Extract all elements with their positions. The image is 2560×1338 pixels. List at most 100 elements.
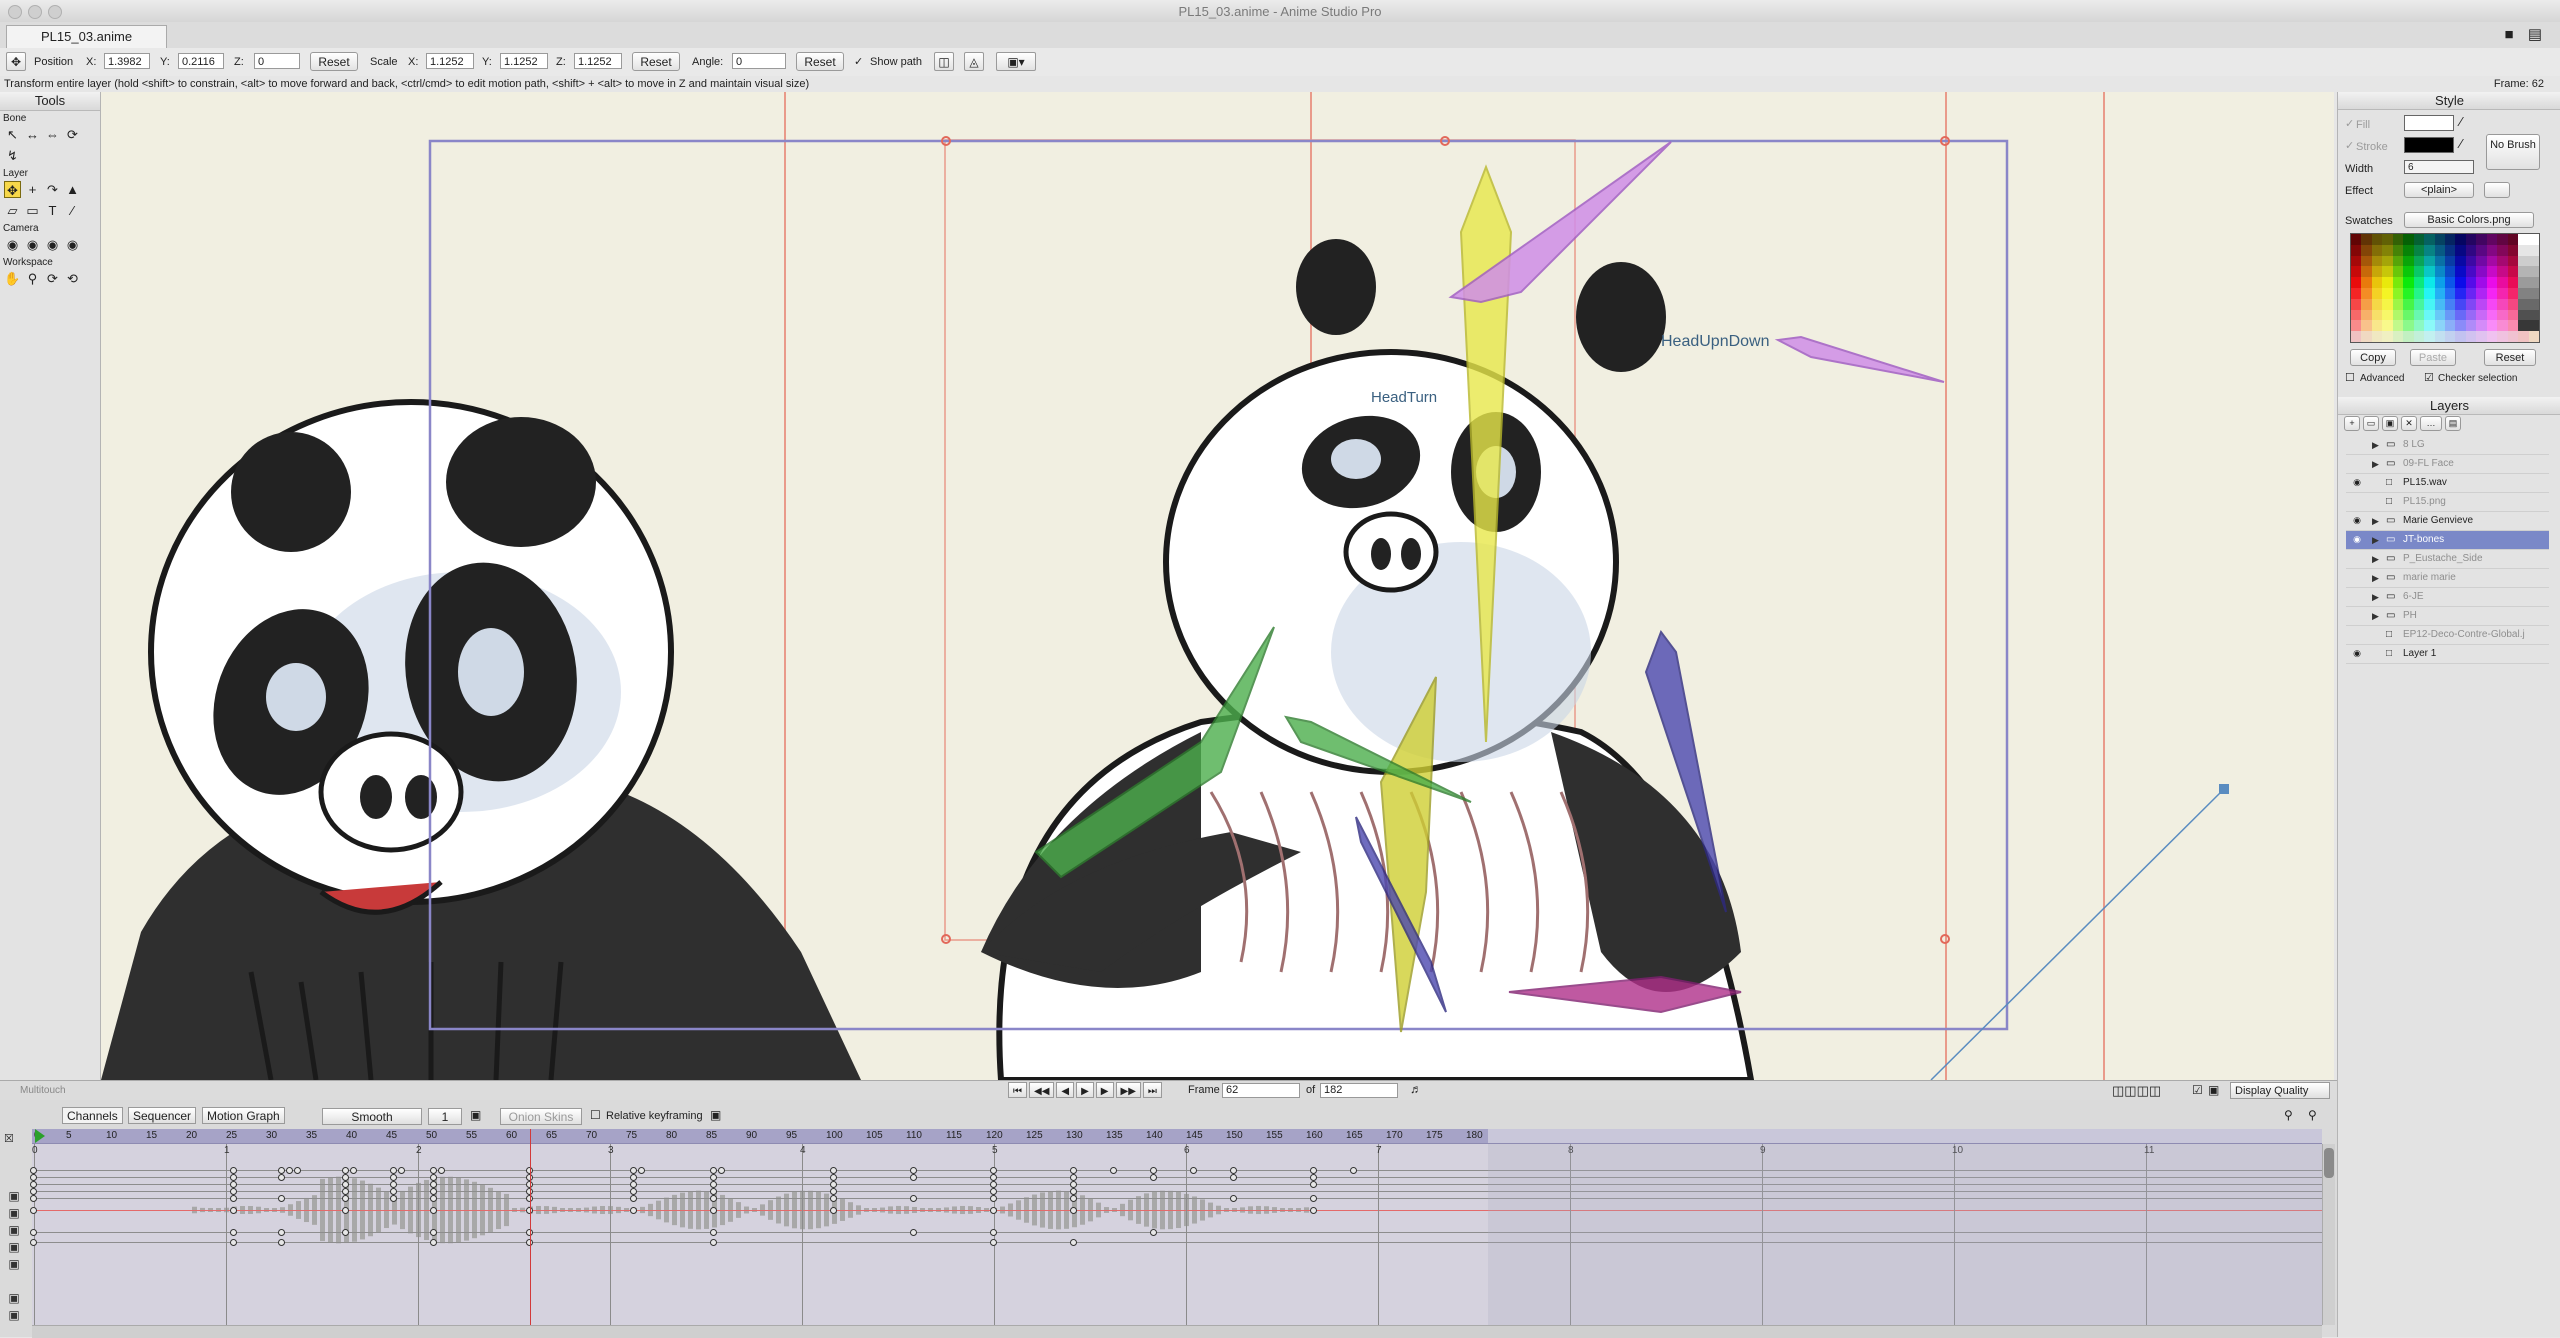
swatch-cell[interactable] — [2497, 320, 2508, 332]
fill-eyedropper-icon[interactable]: ∕ — [2460, 114, 2462, 129]
keyframe[interactable] — [630, 1188, 637, 1195]
fill-color-swatch[interactable] — [2404, 115, 2454, 131]
swatch-cell[interactable] — [2486, 277, 2498, 288]
swatch-cell[interactable] — [2507, 255, 2519, 267]
layer-row[interactable]: □ EP12-Deco-Contre-Global.j — [2346, 626, 2549, 645]
manipulate-bones-icon[interactable]: ↯ — [4, 147, 21, 164]
visibility-eye-icon[interactable]: ◉ — [2350, 515, 2364, 526]
keyframe[interactable] — [1150, 1174, 1157, 1181]
swatch-cell[interactable] — [2476, 320, 2487, 332]
keyframe[interactable] — [1070, 1174, 1077, 1181]
position-y-field[interactable]: 0.2116 — [178, 53, 224, 69]
swatch-cell[interactable] — [2476, 266, 2487, 278]
scale-y-field[interactable]: 1.1252 — [500, 53, 548, 69]
swatch-cell[interactable] — [2476, 244, 2487, 256]
keyframe[interactable] — [230, 1239, 237, 1246]
library-icon[interactable]: ▤ — [2526, 26, 2544, 44]
swatch-cell[interactable] — [2403, 288, 2414, 299]
swatch-cell[interactable] — [2361, 288, 2372, 299]
swatch-cell[interactable] — [2403, 244, 2414, 256]
visibility-eye-icon[interactable] — [2350, 439, 2364, 450]
swatch-cell[interactable] — [2507, 277, 2519, 288]
keyframe[interactable] — [718, 1167, 725, 1174]
interpolation-dropdown[interactable]: Smooth — [322, 1108, 422, 1125]
swatch-cell[interactable] — [2465, 320, 2477, 332]
keyframe[interactable] — [230, 1181, 237, 1188]
swatch-cell[interactable] — [2507, 244, 2519, 256]
swatch-cell[interactable] — [2434, 309, 2445, 321]
keyframe[interactable] — [710, 1195, 717, 1202]
visibility-eye-icon[interactable] — [2350, 610, 2364, 621]
swatch-cell[interactable] — [2497, 309, 2508, 321]
expand-triangle-icon[interactable]: ▶ — [2372, 531, 2379, 549]
swatch-cell[interactable] — [2518, 244, 2529, 256]
swatch-cell[interactable] — [2507, 266, 2519, 278]
keyframe[interactable] — [278, 1195, 285, 1202]
keyframe[interactable] — [294, 1167, 301, 1174]
keyframe[interactable] — [30, 1174, 37, 1181]
keyframe[interactable] — [1150, 1229, 1157, 1236]
swatch-cell[interactable] — [2497, 244, 2508, 256]
keyframe[interactable] — [1070, 1181, 1077, 1188]
visibility-eye-icon[interactable]: ◉ — [2350, 477, 2364, 488]
swatch-cell[interactable] — [2528, 234, 2539, 245]
keyframe[interactable] — [1230, 1167, 1237, 1174]
keyframe[interactable] — [630, 1174, 637, 1181]
swatch-cell[interactable] — [2465, 277, 2477, 288]
keyframe[interactable] — [230, 1174, 237, 1181]
swatch-cell[interactable] — [2361, 277, 2372, 288]
keyframe[interactable] — [342, 1195, 349, 1202]
swatch-cell[interactable] — [2361, 320, 2372, 332]
keyframe[interactable] — [990, 1181, 997, 1188]
swatch-cell[interactable] — [2497, 298, 2508, 310]
rotate-layer-icon[interactable]: ↷ — [44, 181, 61, 198]
swatch-cell[interactable] — [2392, 244, 2404, 256]
keyframe[interactable] — [1310, 1181, 1317, 1188]
expand-triangle-icon[interactable]: ▶ — [2372, 550, 2379, 568]
relative-keyframing-checkbox[interactable]: ☐ — [590, 1108, 601, 1122]
end-icon[interactable]: ⏭ — [1142, 1082, 1162, 1098]
keyframe[interactable] — [350, 1167, 357, 1174]
swatch-cell[interactable] — [2445, 266, 2456, 278]
keyframe[interactable] — [830, 1188, 837, 1195]
keyframe[interactable] — [990, 1229, 997, 1236]
swatch-cell[interactable] — [2392, 309, 2404, 321]
expand-triangle-icon[interactable]: ▶ — [2372, 607, 2379, 625]
swatch-cell[interactable] — [2486, 266, 2498, 278]
swatch-cell[interactable] — [2403, 331, 2414, 342]
copy-style-button[interactable]: Copy — [2350, 349, 2396, 366]
swatch-cell[interactable] — [2424, 288, 2435, 299]
angle-field[interactable]: 0 — [732, 53, 786, 69]
keyframe[interactable] — [710, 1167, 717, 1174]
keyframe[interactable] — [1070, 1195, 1077, 1202]
keyframe[interactable] — [30, 1239, 37, 1246]
checker-checkbox[interactable]: ☑ — [2424, 371, 2434, 384]
swatch-cell[interactable] — [2371, 309, 2383, 321]
swatch-cell[interactable] — [2351, 255, 2362, 267]
flip-horizontal-icon[interactable]: ◫ — [934, 52, 954, 71]
swatch-cell[interactable] — [2486, 298, 2498, 310]
timeline-close-icon[interactable]: ☒ — [4, 1132, 14, 1145]
swatch-cell[interactable] — [2392, 277, 2404, 288]
layer-row[interactable]: ◉ □ Layer 1 — [2346, 645, 2549, 664]
play-range-marker[interactable] — [35, 1129, 45, 1143]
keyframe[interactable] — [1310, 1174, 1317, 1181]
perspective-icon[interactable]: ▱ — [4, 202, 21, 219]
transform-layer-icon[interactable]: ✥ — [6, 52, 26, 71]
swatch-cell[interactable] — [2392, 255, 2404, 267]
swatch-cell[interactable] — [2351, 266, 2362, 278]
swatch-cell[interactable] — [2507, 298, 2519, 310]
keyframe[interactable] — [430, 1188, 437, 1195]
timeline-scroll-thumb[interactable] — [2324, 1148, 2334, 1178]
next-frame-icon[interactable]: ▶ — [1095, 1082, 1114, 1098]
swatch-cell[interactable] — [2507, 288, 2519, 299]
keyframe[interactable] — [990, 1207, 997, 1214]
position-z-field[interactable]: 0 — [254, 53, 300, 69]
swatch-cell[interactable] — [2413, 277, 2425, 288]
keyframe[interactable] — [30, 1167, 37, 1174]
keyframe[interactable] — [910, 1174, 917, 1181]
timeline-scrollbar[interactable] — [2322, 1144, 2335, 1325]
swatch-cell[interactable] — [2528, 331, 2539, 342]
keyframe[interactable] — [438, 1167, 445, 1174]
swatch-cell[interactable] — [2507, 320, 2519, 332]
